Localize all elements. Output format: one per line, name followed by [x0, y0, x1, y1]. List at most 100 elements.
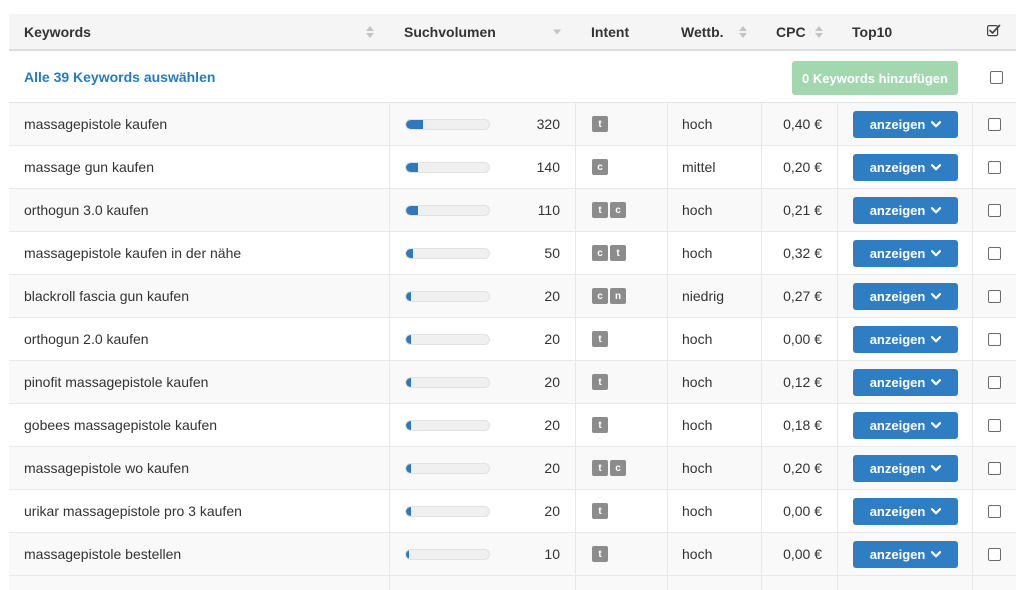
keyword-text: massagepistole kaufen: [24, 116, 168, 132]
keyword-cell: blackroll fascia gun kaufen: [9, 275, 389, 317]
competition-cell: hoch: [667, 103, 761, 145]
sort-icon[interactable]: [815, 25, 823, 38]
competition-cell: hoch: [667, 361, 761, 403]
volume-cell: 20: [389, 490, 575, 532]
row-checkbox[interactable]: [988, 418, 1001, 432]
select-all-cell: Alle 39 Keywords auswählen: [9, 51, 215, 102]
volume-cell: 50: [389, 232, 575, 274]
show-top10-button[interactable]: anzeigen: [853, 196, 958, 224]
volume-value: 140: [536, 159, 560, 175]
show-top10-button[interactable]: anzeigen: [853, 411, 958, 439]
show-top10-button[interactable]: anzeigen: [853, 368, 958, 396]
show-top10-button[interactable]: anzeigen: [853, 153, 958, 181]
select-all-checkbox[interactable]: [989, 70, 1003, 84]
volume-bar-fill: [406, 506, 411, 516]
table-header: Keywords Suchvolumen Intent Wettb. CPC T…: [9, 14, 1016, 51]
show-top10-button[interactable]: anzeigen: [853, 540, 958, 568]
show-top10-button-label: anzeigen: [869, 159, 926, 175]
show-top10-button[interactable]: anzeigen: [853, 325, 958, 353]
volume-value: 110: [537, 202, 560, 218]
column-header-competition-label: Wettb.: [681, 23, 724, 40]
volume-bar-fill: [406, 549, 410, 559]
volume-bar-fill: [406, 119, 423, 129]
cpc-value: 0,40 €: [783, 116, 822, 132]
column-header-top10: Top10: [837, 14, 972, 49]
competition-cell: hoch: [667, 404, 761, 446]
table-row[interactable]: urikar massagepistole pro 3 kaufen 20 t …: [9, 490, 1016, 533]
cpc-cell: 0,21 €: [761, 189, 837, 231]
row-checkbox[interactable]: [988, 246, 1001, 260]
cell-empty: [9, 576, 389, 590]
intent-cell: t: [575, 490, 667, 532]
chevron-down-icon: [931, 292, 942, 300]
table-row[interactable]: orthogun 2.0 kaufen 20 t hoch 0,00 € anz…: [9, 318, 1016, 361]
volume-bar: [405, 505, 490, 517]
table-row[interactable]: massagepistole bestellen 10 t hoch 0,00 …: [9, 533, 1016, 576]
sort-icon[interactable]: [366, 25, 374, 38]
intent-cell: t: [575, 361, 667, 403]
chevron-down-icon: [931, 464, 942, 472]
cell-empty: [837, 576, 972, 590]
show-top10-button-label: anzeigen: [869, 503, 926, 519]
volume-value: 20: [544, 417, 560, 433]
keyword-text: massage gun kaufen: [24, 159, 154, 175]
top10-cell: anzeigen: [837, 146, 972, 188]
volume-bar: [405, 161, 490, 173]
table-row[interactable]: massagepistole kaufen in der nähe 50 ct …: [9, 232, 1016, 275]
row-checkbox[interactable]: [988, 160, 1001, 174]
row-checkbox[interactable]: [988, 461, 1001, 475]
row-checkbox[interactable]: [988, 117, 1001, 131]
volume-cell: 20: [389, 361, 575, 403]
show-top10-button-label: anzeigen: [869, 288, 926, 304]
show-top10-button[interactable]: anzeigen: [853, 282, 958, 310]
row-checkbox[interactable]: [988, 504, 1001, 518]
select-cell: [972, 361, 1016, 403]
keyword-text: urikar massagepistole pro 3 kaufen: [24, 503, 242, 519]
sort-icon[interactable]: [739, 25, 747, 38]
competition-cell: niedrig: [667, 275, 761, 317]
competition-cell: hoch: [667, 232, 761, 274]
row-checkbox[interactable]: [988, 289, 1001, 303]
select-all-link[interactable]: Alle 39 Keywords auswählen: [24, 69, 215, 85]
table-row[interactable]: orthogun 3.0 kaufen 110 tc hoch 0,21 € a…: [9, 189, 1016, 232]
volume-cell: 20: [389, 318, 575, 360]
show-top10-button[interactable]: anzeigen: [853, 110, 958, 138]
keyword-text: orthogun 3.0 kaufen: [24, 202, 149, 218]
chevron-down-icon: [931, 120, 942, 128]
row-checkbox[interactable]: [988, 375, 1001, 389]
row-checkbox[interactable]: [988, 203, 1001, 217]
column-header-competition[interactable]: Wettb.: [667, 14, 761, 49]
show-top10-button[interactable]: anzeigen: [853, 239, 958, 267]
show-top10-button[interactable]: anzeigen: [853, 497, 958, 525]
cpc-cell: 0,18 €: [761, 404, 837, 446]
table-row[interactable]: massagepistole kaufen 320 t hoch 0,40 € …: [9, 103, 1016, 146]
table-row[interactable]: pinofit massagepistole kaufen 20 t hoch …: [9, 361, 1016, 404]
column-header-keywords[interactable]: Keywords: [9, 14, 389, 49]
table-row[interactable]: blackroll fascia gun kaufen 20 cn niedri…: [9, 275, 1016, 318]
competition-cell: mittel: [667, 146, 761, 188]
volume-bar: [405, 290, 490, 302]
row-checkbox[interactable]: [988, 547, 1001, 561]
competition-value: hoch: [682, 331, 713, 347]
table-row[interactable]: gobees massagepistole kaufen 20 t hoch 0…: [9, 404, 1016, 447]
volume-bar: [405, 118, 490, 130]
column-header-cpc[interactable]: CPC: [761, 14, 837, 49]
sort-desc-icon[interactable]: [553, 29, 561, 34]
competition-cell: hoch: [667, 490, 761, 532]
table-row[interactable]: massage gun kaufen 140 c mittel 0,20 € a…: [9, 146, 1016, 189]
keyword-table: Keywords Suchvolumen Intent Wettb. CPC T…: [9, 14, 1016, 590]
cpc-cell: 0,40 €: [761, 103, 837, 145]
add-keywords-button[interactable]: 0 Keywords hinzufügen: [792, 61, 958, 95]
row-checkbox[interactable]: [988, 332, 1001, 346]
keyword-text: massagepistole kaufen in der nähe: [24, 245, 242, 261]
table-row[interactable]: massagepistole wo kaufen 20 tc hoch 0,20…: [9, 447, 1016, 490]
column-header-keywords-label: Keywords: [24, 23, 91, 40]
cell-empty: [761, 576, 837, 590]
intent-cell: tc: [575, 189, 667, 231]
select-cell: [972, 533, 1016, 575]
competition-value: hoch: [682, 417, 713, 433]
show-top10-button[interactable]: anzeigen: [853, 454, 958, 482]
select-cell: [972, 146, 1016, 188]
column-header-volume[interactable]: Suchvolumen: [389, 14, 575, 49]
select-cell: [972, 404, 1016, 446]
